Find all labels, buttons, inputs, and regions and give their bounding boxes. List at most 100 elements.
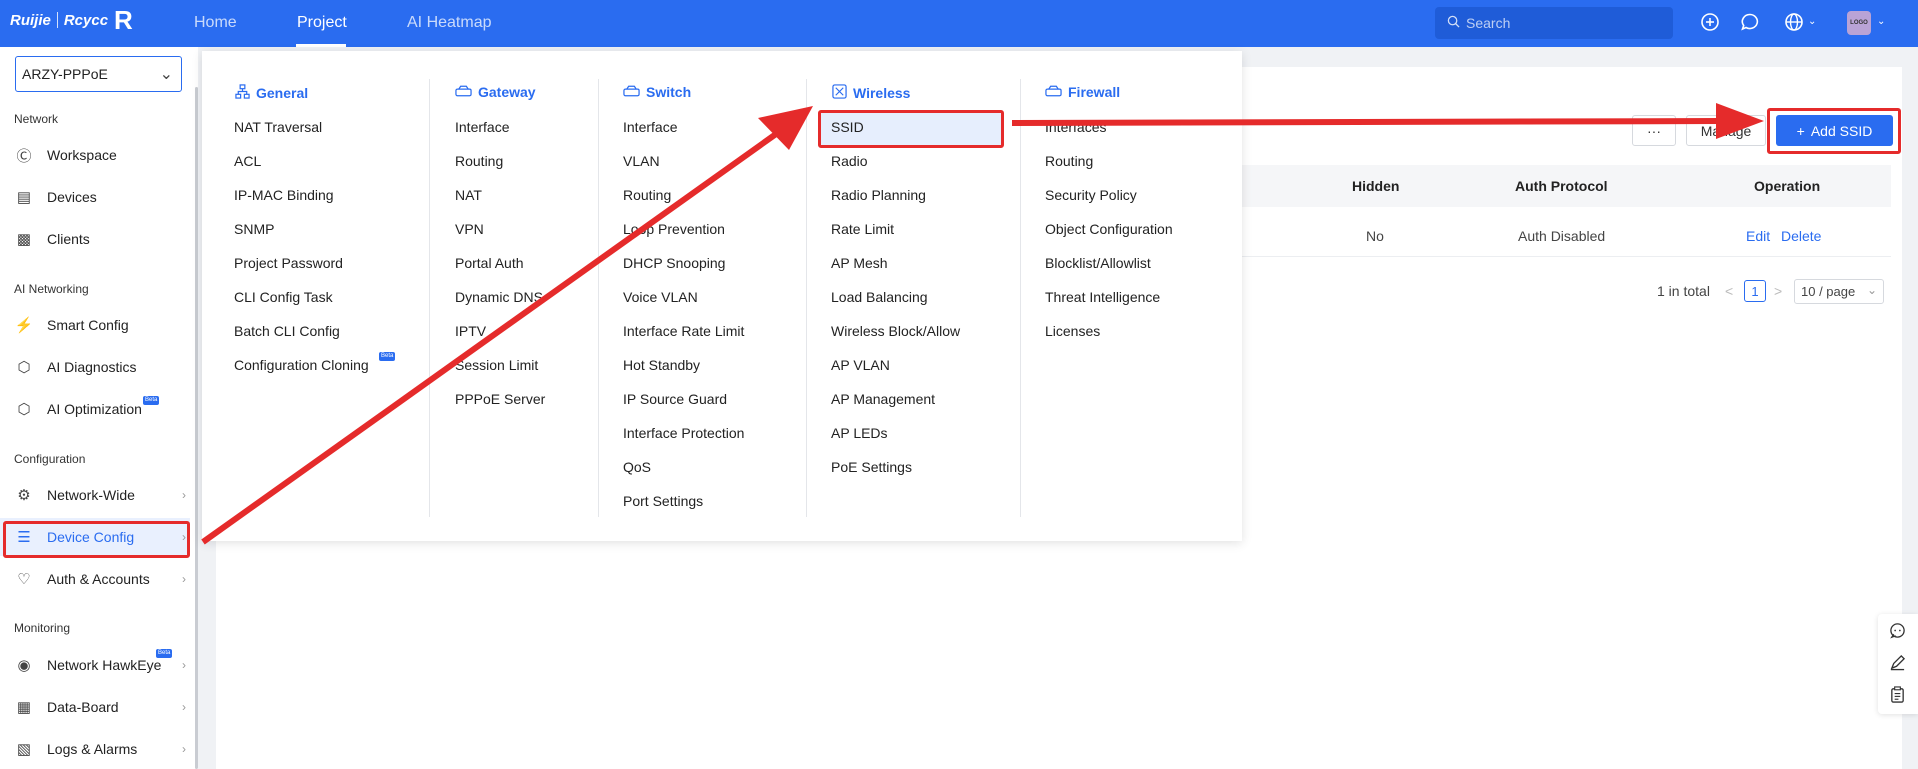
chat-support-icon[interactable] (1889, 622, 1906, 644)
menu-item-hot-standby[interactable]: Hot Standby (623, 357, 700, 373)
menu-item-qos[interactable]: QoS (623, 459, 651, 475)
menu-item-gateway-routing[interactable]: Routing (455, 153, 503, 169)
menu-item-interface-protection[interactable]: Interface Protection (623, 425, 744, 441)
menu-item-load-balancing[interactable]: Load Balancing (831, 289, 928, 305)
search-placeholder: Search (1466, 15, 1511, 31)
menu-item-rate-limit[interactable]: Rate Limit (831, 221, 894, 237)
chevron-down-icon[interactable]: ⌄ (1808, 16, 1816, 27)
network-tree-icon (235, 84, 250, 102)
page-size-select[interactable]: 10 / page ⌄ (1794, 279, 1884, 304)
menu-item-ip-source-guard[interactable]: IP Source Guard (623, 391, 727, 407)
menu-item-dhcp-snooping[interactable]: DHCP Snooping (623, 255, 725, 271)
menu-item-object-configuration[interactable]: Object Configuration (1045, 221, 1173, 237)
menu-item-ip-mac-binding[interactable]: IP-MAC Binding (234, 187, 334, 203)
clipboard-icon[interactable] (1889, 686, 1906, 708)
column-header-hidden: Hidden (1352, 178, 1400, 194)
sidebar-item-logs-alarms[interactable]: ▧ Logs & Alarms › (0, 730, 190, 768)
pagination-page-1[interactable]: 1 (1744, 280, 1766, 302)
nav-project[interactable]: Project (297, 14, 347, 32)
more-button[interactable]: ··· (1632, 115, 1676, 146)
menu-item-iptv[interactable]: IPTV (455, 323, 486, 339)
group-switch-heading: Switch (623, 84, 691, 100)
nav-ai-heatmap[interactable]: AI Heatmap (407, 14, 491, 32)
menu-item-batch-cli-config[interactable]: Batch CLI Config (234, 323, 340, 339)
menu-item-radio-planning[interactable]: Radio Planning (831, 187, 926, 203)
heart-shield-icon: ♡ (17, 571, 31, 588)
menu-item-security-policy[interactable]: Security Policy (1045, 187, 1137, 203)
menu-item-pppoe-server[interactable]: PPPoE Server (455, 391, 545, 407)
group-gateway-title: Gateway (478, 84, 536, 100)
sidebar-item-workspace[interactable]: Ⓒ Workspace (0, 136, 190, 174)
pagination-prev-icon[interactable]: < (1725, 283, 1733, 299)
menu-item-loop-prevention[interactable]: Loop Prevention (623, 221, 725, 237)
column-header-operation: Operation (1754, 178, 1821, 194)
chevron-right-icon: › (182, 572, 186, 586)
menu-item-radio[interactable]: Radio (831, 153, 868, 169)
manage-button[interactable]: Manage (1686, 115, 1766, 146)
menu-item-ap-mesh[interactable]: AP Mesh (831, 255, 888, 271)
menu-item-ap-management[interactable]: AP Management (831, 391, 935, 407)
delete-link[interactable]: Delete (1781, 228, 1821, 244)
feedback-pen-icon[interactable] (1889, 654, 1906, 676)
search-input[interactable]: Search (1435, 7, 1673, 39)
nav-home[interactable]: Home (194, 14, 237, 32)
add-circle-icon[interactable] (1700, 12, 1720, 36)
menu-item-dynamic-dns[interactable]: Dynamic DNS (455, 289, 543, 305)
menu-item-licenses[interactable]: Licenses (1045, 323, 1100, 339)
menu-item-snmp[interactable]: SNMP (234, 221, 274, 237)
menu-item-firewall-interfaces[interactable]: Interfaces (1045, 119, 1106, 135)
group-switch-title: Switch (646, 84, 692, 100)
sidebar-item-ai-diagnostics[interactable]: ⬡ AI Diagnostics (0, 348, 190, 386)
menu-item-nat-traversal[interactable]: NAT Traversal (234, 119, 322, 135)
menu-item-poe-settings[interactable]: PoE Settings (831, 459, 912, 475)
globe-language-icon[interactable] (1784, 12, 1804, 36)
menu-item-switch-interface[interactable]: Interface (623, 119, 677, 135)
sidebar-scrollbar[interactable] (195, 87, 198, 769)
chevron-down-icon[interactable]: ⌄ (1877, 16, 1885, 27)
menu-item-configuration-cloning[interactable]: Configuration Cloning (234, 357, 369, 373)
sidebar-item-clients[interactable]: ▩ Clients (0, 220, 190, 258)
menu-item-session-limit[interactable]: Session Limit (455, 357, 538, 373)
menu-item-port-settings[interactable]: Port Settings (623, 493, 703, 509)
menu-item-cli-config-task[interactable]: CLI Config Task (234, 289, 333, 305)
menu-item-threat-intelligence[interactable]: Threat Intelligence (1045, 289, 1160, 305)
pagination-next-icon[interactable]: > (1774, 283, 1782, 299)
menu-item-ap-leds[interactable]: AP LEDs (831, 425, 888, 441)
sidebar-item-data-board[interactable]: ▦ Data-Board › (0, 688, 190, 726)
brand-logo[interactable]: Ruijie Rcycc R (10, 7, 133, 33)
sidebar-item-devices[interactable]: ▤ Devices (0, 178, 190, 216)
avatar[interactable]: LOGO (1847, 11, 1871, 35)
edit-link[interactable]: Edit (1746, 228, 1770, 244)
menu-item-portal-auth[interactable]: Portal Auth (455, 255, 524, 271)
sidebar-item-label: Data-Board (47, 699, 119, 715)
project-selector[interactable]: ARZY-PPPoE ⌄ (15, 56, 182, 92)
chevron-right-icon: › (182, 488, 186, 502)
menu-item-vpn[interactable]: VPN (455, 221, 484, 237)
annotation-box-device-config (3, 521, 190, 558)
menu-item-vlan[interactable]: VLAN (623, 153, 660, 169)
menu-item-ap-vlan[interactable]: AP VLAN (831, 357, 890, 373)
menu-item-firewall-routing[interactable]: Routing (1045, 153, 1093, 169)
sidebar-item-label: Logs & Alarms (47, 741, 138, 757)
sidebar-item-network-hawkeye[interactable]: ◉ Network HawkEye Beta › (0, 646, 190, 684)
section-label-ai-networking: AI Networking (14, 282, 89, 296)
menu-item-switch-routing[interactable]: Routing (623, 187, 671, 203)
menu-item-blocklist-allowlist[interactable]: Blocklist/Allowlist (1045, 255, 1151, 271)
sidebar-item-label: Clients (47, 231, 90, 247)
menu-item-interface-rate-limit[interactable]: Interface Rate Limit (623, 323, 744, 339)
message-icon[interactable] (1740, 12, 1760, 36)
menu-item-project-password[interactable]: Project Password (234, 255, 343, 271)
menu-item-acl[interactable]: ACL (234, 153, 261, 169)
sidebar-item-auth-accounts[interactable]: ♡ Auth & Accounts › (0, 560, 190, 598)
menu-item-wireless-block-allow[interactable]: Wireless Block/Allow (831, 323, 960, 339)
sidebar-item-label: AI Optimization (47, 401, 142, 417)
menu-item-voice-vlan[interactable]: Voice VLAN (623, 289, 698, 305)
sidebar-item-network-wide[interactable]: ⚙ Network-Wide › (0, 476, 190, 514)
cell-auth-protocol: Auth Disabled (1518, 228, 1606, 244)
sidebar-item-smart-config[interactable]: ⚡ Smart Config (0, 306, 190, 344)
menu-item-gateway-interface[interactable]: Interface (455, 119, 509, 135)
sidebar-item-ai-optimization[interactable]: ⬡ AI Optimization Beta (0, 390, 190, 428)
search-icon (1447, 15, 1460, 31)
brand-name: Ruijie (10, 11, 51, 29)
menu-item-nat[interactable]: NAT (455, 187, 482, 203)
